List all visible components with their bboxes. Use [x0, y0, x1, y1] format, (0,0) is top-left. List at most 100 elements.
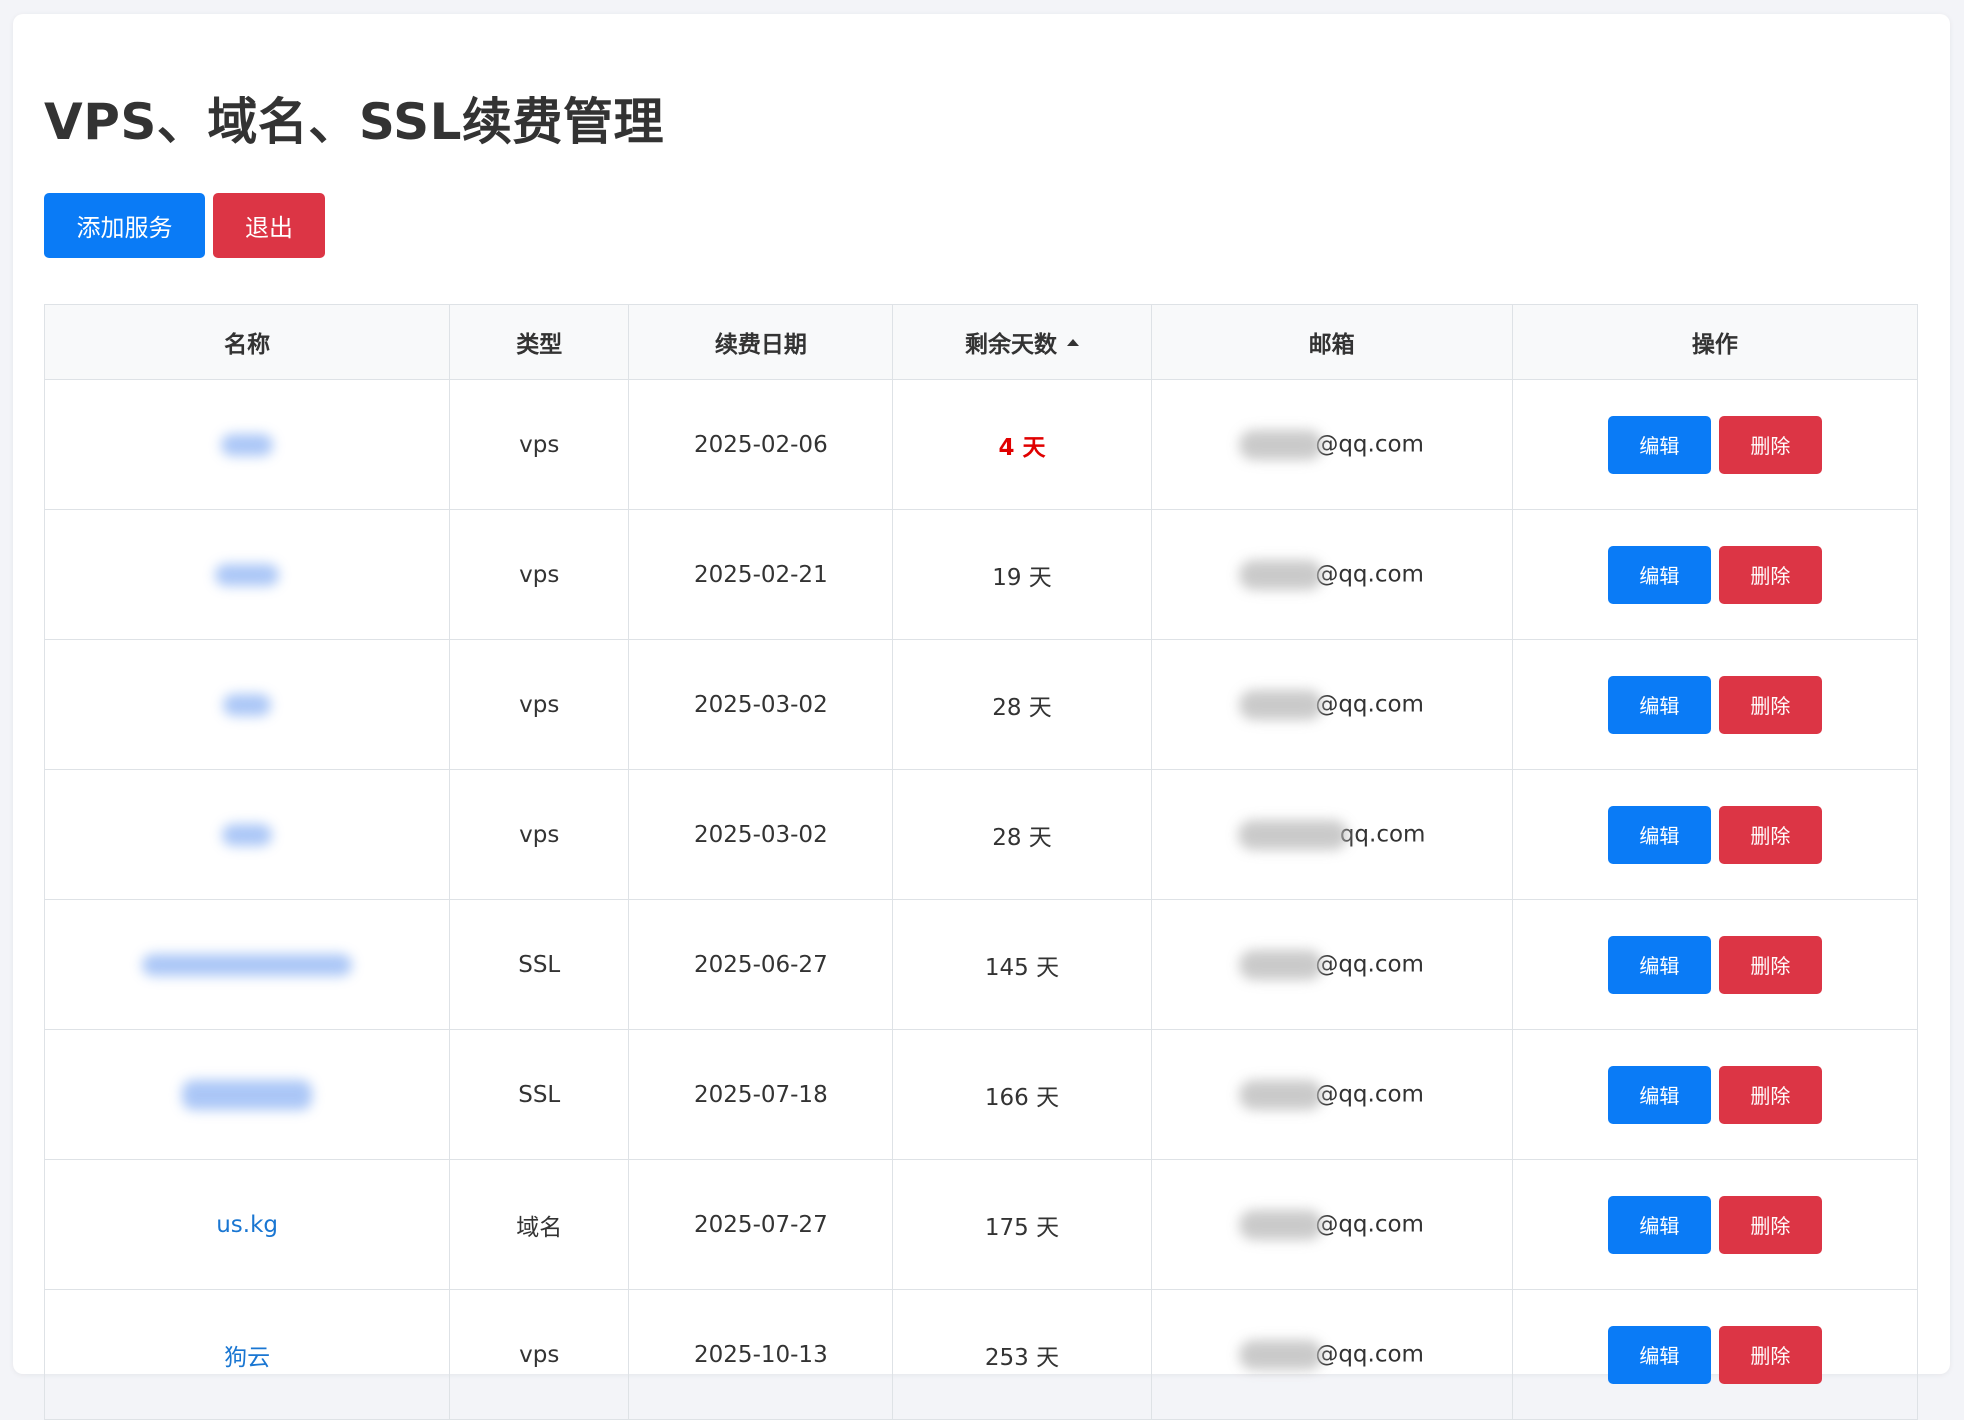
cell-name: [43, 639, 451, 770]
cell-type: SSL: [449, 1029, 630, 1160]
cell-days-left: 28 天: [892, 639, 1152, 770]
email-suffix: @qq.com: [1315, 1341, 1424, 1367]
email-suffix: @qq.com: [1315, 1081, 1424, 1107]
cell-days-left: 175 天: [892, 1159, 1152, 1290]
service-name-link[interactable]: 狗云: [224, 1345, 270, 1371]
cell-actions: 编辑 删除: [1511, 1289, 1919, 1420]
redacted-name: [223, 694, 272, 716]
redacted-email: [1239, 1079, 1324, 1110]
cell-actions: 编辑 删除: [1511, 769, 1919, 900]
cell-name: [43, 1029, 451, 1160]
delete-button[interactable]: 删除: [1718, 805, 1822, 864]
email-suffix: @qq.com: [1315, 951, 1424, 977]
delete-button[interactable]: 删除: [1718, 545, 1822, 604]
cell-days-left: 166 天: [892, 1029, 1152, 1160]
cell-email: @qq.com: [1150, 509, 1513, 640]
add-service-button[interactable]: 添加服务: [44, 193, 205, 258]
redacted-email: [1237, 819, 1348, 850]
header-days-left-label: 剩余天数: [965, 332, 1057, 358]
email-suffix: @qq.com: [1315, 691, 1424, 717]
delete-button[interactable]: 删除: [1718, 1065, 1822, 1124]
service-name-link[interactable]: [215, 562, 280, 588]
delete-button[interactable]: 删除: [1718, 675, 1822, 734]
redacted-email: [1239, 689, 1324, 720]
cell-name: 狗云: [43, 1289, 451, 1420]
edit-button[interactable]: 编辑: [1607, 675, 1711, 734]
header-name[interactable]: 名称: [43, 304, 451, 380]
email-suffix: @qq.com: [1315, 561, 1424, 587]
service-name-link[interactable]: [182, 1079, 313, 1110]
toolbar: 添加服务 退出: [44, 193, 325, 258]
cell-renew-date: 2025-07-18: [628, 1029, 894, 1160]
cell-email: @qq.com: [1150, 1159, 1513, 1290]
email-suffix: @qq.com: [1315, 1211, 1424, 1237]
edit-button[interactable]: 编辑: [1607, 805, 1711, 864]
cell-name: [43, 899, 451, 1030]
delete-button[interactable]: 删除: [1718, 935, 1822, 994]
redacted-name: [221, 434, 274, 456]
cell-email: @qq.com: [1150, 1029, 1513, 1160]
header-renew-date[interactable]: 续费日期: [628, 304, 894, 380]
header-days-left[interactable]: 剩余天数: [892, 304, 1152, 380]
cell-email: @qq.com: [1150, 899, 1513, 1030]
cell-renew-date: 2025-03-02: [628, 639, 894, 770]
cell-actions: 编辑 删除: [1511, 639, 1919, 770]
cell-renew-date: 2025-02-21: [628, 509, 894, 640]
header-actions: 操作: [1511, 304, 1919, 380]
sort-asc-icon: [1067, 339, 1079, 346]
delete-button[interactable]: 删除: [1718, 415, 1822, 474]
cell-renew-date: 2025-07-27: [628, 1159, 894, 1290]
cell-type: vps: [449, 379, 630, 510]
cell-type: vps: [449, 769, 630, 900]
edit-button[interactable]: 编辑: [1607, 935, 1711, 994]
redacted-email: [1239, 429, 1324, 460]
table-row: vps 2025-02-06 4 天 @qq.com 编辑 删除: [43, 379, 1919, 510]
edit-button[interactable]: 编辑: [1607, 415, 1711, 474]
redacted-name: [182, 1079, 313, 1110]
cell-name: [43, 769, 451, 900]
page-title: VPS、域名、SSL续费管理: [44, 93, 664, 151]
edit-button[interactable]: 编辑: [1607, 1195, 1711, 1254]
header-type[interactable]: 类型: [449, 304, 630, 380]
cell-name: [43, 509, 451, 640]
cell-actions: 编辑 删除: [1511, 1029, 1919, 1160]
cell-email: @qq.com: [1150, 1289, 1513, 1420]
edit-button[interactable]: 编辑: [1607, 545, 1711, 604]
logout-button[interactable]: 退出: [213, 193, 325, 258]
cell-type: vps: [449, 639, 630, 770]
cell-email: @qq.com: [1150, 379, 1513, 510]
cell-renew-date: 2025-06-27: [628, 899, 894, 1030]
cell-renew-date: 2025-03-02: [628, 769, 894, 900]
service-name-link[interactable]: [142, 952, 353, 978]
table-row: us.kg 域名 2025-07-27 175 天 @qq.com 编辑 删除: [43, 1159, 1919, 1290]
cell-type: vps: [449, 509, 630, 640]
delete-button[interactable]: 删除: [1718, 1195, 1822, 1254]
redacted-email: [1239, 1209, 1324, 1240]
header-email[interactable]: 邮箱: [1150, 304, 1513, 380]
cell-actions: 编辑 删除: [1511, 509, 1919, 640]
cell-days-left: 28 天: [892, 769, 1152, 900]
email-suffix: qq.com: [1339, 821, 1426, 847]
service-name-link[interactable]: us.kg: [216, 1212, 278, 1238]
redacted-email: [1239, 559, 1324, 590]
table-row: vps 2025-03-02 28 天 qq.com 编辑 删除: [43, 769, 1919, 900]
cell-days-left: 145 天: [892, 899, 1152, 1030]
service-name-link[interactable]: [223, 692, 272, 718]
edit-button[interactable]: 编辑: [1607, 1065, 1711, 1124]
redacted-name: [142, 954, 353, 976]
cell-type: 域名: [449, 1159, 630, 1290]
cell-days-left: 253 天: [892, 1289, 1152, 1420]
table-row: 狗云 vps 2025-10-13 253 天 @qq.com 编辑 删除: [43, 1289, 1919, 1420]
cell-email: @qq.com: [1150, 639, 1513, 770]
edit-button[interactable]: 编辑: [1607, 1325, 1711, 1384]
service-name-link[interactable]: [222, 822, 273, 848]
services-table: 名称 类型 续费日期 剩余天数 邮箱 操作 vps 2025-02-06 4 天…: [43, 304, 1919, 1420]
redacted-email: [1239, 949, 1324, 980]
service-name-link[interactable]: [221, 432, 274, 458]
cell-type: SSL: [449, 899, 630, 1030]
table-row: vps 2025-02-21 19 天 @qq.com 编辑 删除: [43, 509, 1919, 640]
email-suffix: @qq.com: [1315, 431, 1424, 457]
redacted-name: [222, 824, 273, 846]
delete-button[interactable]: 删除: [1718, 1325, 1822, 1384]
table-header-row: 名称 类型 续费日期 剩余天数 邮箱 操作: [43, 304, 1919, 380]
